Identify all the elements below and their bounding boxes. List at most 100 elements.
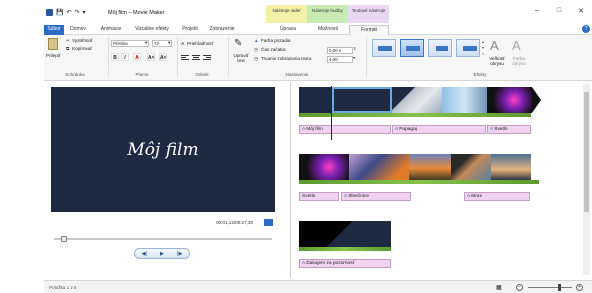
fullscreen-icon[interactable] xyxy=(264,219,273,226)
caption-clip[interactable]: Svetlo xyxy=(299,192,339,201)
chevron-down-icon[interactable]: ▾ xyxy=(353,55,355,60)
shrink-font-button[interactable]: A˅ xyxy=(159,53,167,61)
clip-light[interactable] xyxy=(299,154,349,180)
clip-title[interactable] xyxy=(299,87,332,113)
start-time-input[interactable]: 0,00 s xyxy=(327,47,353,54)
effect-selected[interactable] xyxy=(400,39,424,57)
zoom-thumb[interactable] xyxy=(558,284,561,291)
caption-clip[interactable]: ASvetlo xyxy=(487,125,531,134)
background-color-button[interactable]: Farba pozadia xyxy=(261,38,290,43)
effect-zoom[interactable] xyxy=(456,39,480,57)
clip-row xyxy=(299,221,399,251)
tab-visual-effects[interactable]: Vizuálne efekty xyxy=(130,25,174,35)
save-icon[interactable]: 💾 xyxy=(56,10,63,16)
storyboard-scrollbar[interactable] xyxy=(583,84,590,275)
edit-text-button[interactable]: Upraviť text xyxy=(231,53,251,63)
status-item-count: Položka 1 z 6 xyxy=(49,285,77,290)
zoom-slider[interactable] xyxy=(528,287,572,288)
text-icon: A xyxy=(302,261,306,266)
grow-font-button[interactable]: A˄ xyxy=(147,53,155,61)
cut-button[interactable]: Vystrihnúť xyxy=(72,38,93,43)
tab-view[interactable]: Zobrazenie xyxy=(206,25,238,35)
outline-color-button[interactable]: Farba obrysu xyxy=(509,56,529,66)
caption-clip[interactable]: APapagaj xyxy=(392,125,486,134)
clip-title-selected[interactable] xyxy=(332,87,392,113)
transparency-button[interactable]: Priehľadnosť xyxy=(187,41,213,46)
font-color-button[interactable]: A xyxy=(133,53,141,61)
caption-clip[interactable]: AMôj film xyxy=(299,125,391,134)
align-left-button[interactable] xyxy=(181,54,189,61)
seek-thumb[interactable] xyxy=(61,236,67,242)
close-button[interactable]: ✕ xyxy=(572,7,590,15)
duration-label: Trvanie zobrazenia textu: xyxy=(261,56,313,61)
play-icon[interactable]: ▶ xyxy=(160,251,164,257)
align-right-button[interactable] xyxy=(203,54,211,61)
tab-animations[interactable]: Animácie xyxy=(96,25,126,35)
clip-sea-2[interactable] xyxy=(491,154,531,180)
group-label-font: Písmo xyxy=(135,72,149,77)
maximize-button[interactable]: □ xyxy=(550,7,568,14)
edit-text-icon[interactable]: ✎ xyxy=(234,38,242,49)
duration-input[interactable]: 4,00 xyxy=(327,56,353,63)
seek-bar[interactable] xyxy=(54,238,272,240)
tab-options[interactable]: Možnosti xyxy=(309,25,347,35)
caption-clip[interactable]: AMore xyxy=(464,192,530,201)
tab-format[interactable]: Formát xyxy=(349,25,389,35)
scissors-icon[interactable]: ✂ xyxy=(66,38,70,44)
clip-row xyxy=(299,154,539,184)
clip-sunflowers[interactable] xyxy=(349,154,409,180)
outline-color-icon[interactable]: A xyxy=(512,38,521,53)
effect-none[interactable] xyxy=(372,39,396,57)
undo-icon[interactable]: ↶ xyxy=(66,10,71,16)
ribbon-separator xyxy=(366,37,367,77)
clip-parrot[interactable] xyxy=(392,87,442,113)
clip-sea[interactable] xyxy=(451,154,491,180)
clip-parrot-2[interactable] xyxy=(442,87,487,113)
spinner-icon[interactable]: ⇕ xyxy=(353,46,356,51)
caption-label: Papagaj xyxy=(399,127,417,132)
storyboard-view-icon[interactable]: ▦ xyxy=(496,284,502,291)
transparency-icon[interactable]: A xyxy=(181,41,184,46)
paint-bucket-icon[interactable]: ▲ xyxy=(254,38,259,43)
next-frame-icon[interactable]: |▶ xyxy=(177,251,182,257)
ribbon: Prilepiť ✂ Vystrihnúť ⧉ Kopírovať Schrán… xyxy=(44,35,592,81)
minimize-button[interactable]: – xyxy=(528,7,546,14)
zoom-out-button[interactable]: − xyxy=(516,284,523,291)
group-label-effects: Efekty xyxy=(473,72,487,77)
paste-button[interactable]: Prilepiť xyxy=(46,53,61,58)
playhead[interactable] xyxy=(331,86,332,140)
paste-icon[interactable] xyxy=(48,38,58,50)
bold-button[interactable]: B xyxy=(111,53,119,61)
copy-button[interactable]: Kopírovať xyxy=(72,46,92,51)
clip-sunflowers-2[interactable] xyxy=(409,154,451,180)
caption-clip[interactable]: AĎakujem za pozornosť xyxy=(299,259,391,268)
tab-home[interactable]: Domov xyxy=(66,25,90,35)
redo-icon[interactable]: ↷ xyxy=(75,10,80,16)
previous-frame-icon[interactable]: ◀| xyxy=(142,251,147,257)
tab-file[interactable]: Súbor xyxy=(44,25,64,35)
scrollbar-thumb[interactable] xyxy=(584,92,589,212)
chevron-down-icon[interactable]: ▾ xyxy=(145,40,147,46)
tab-edit[interactable]: Úprava xyxy=(270,25,306,35)
text-icon: A xyxy=(395,127,399,132)
customize-icon[interactable]: ▾ xyxy=(83,10,86,16)
app-icon[interactable] xyxy=(46,9,53,16)
chevron-down-icon[interactable]: ▾ xyxy=(168,40,170,46)
italic-button[interactable]: I xyxy=(121,53,129,61)
gallery-scroll-icon[interactable]: ▴ ▾ ▿ xyxy=(482,39,484,57)
effect-slide[interactable] xyxy=(428,39,452,57)
align-center-button[interactable] xyxy=(192,54,200,61)
clip-light[interactable] xyxy=(487,87,532,113)
copy-icon[interactable]: ⧉ xyxy=(66,46,69,51)
preview-screen[interactable]: Môj film xyxy=(51,87,275,212)
tab-project[interactable]: Projekt xyxy=(177,25,203,35)
clip-thanks[interactable] xyxy=(299,221,391,247)
caption-label: Svetlo xyxy=(494,127,508,132)
zoom-in-button[interactable]: + xyxy=(576,284,583,291)
quick-access-toolbar: 💾 ↶ ↷ ▾ xyxy=(46,9,86,16)
outline-size-button[interactable]: Veľkosť obrysu xyxy=(487,56,507,66)
outline-size-icon[interactable]: A xyxy=(490,38,499,53)
font-family-select[interactable]: Pristina xyxy=(111,40,149,47)
caption-clip[interactable]: ASlnečnice xyxy=(341,192,411,201)
help-icon[interactable]: ? xyxy=(582,25,590,33)
